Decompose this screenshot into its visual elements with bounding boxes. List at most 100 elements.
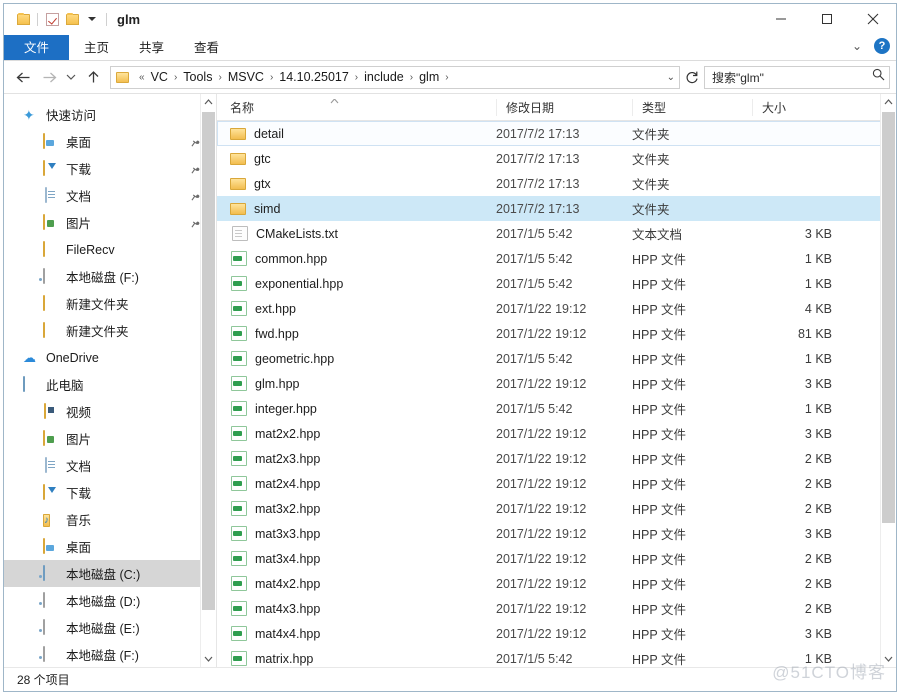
minimize-button[interactable] (758, 4, 804, 34)
sidebar-item-label: 本地磁盘 (D:) (66, 595, 141, 609)
breadcrumb[interactable]: « VC › Tools › MSVC › 14.10.25017 › incl… (110, 65, 680, 89)
file-scroll-up-icon[interactable] (881, 94, 896, 110)
breadcrumb-item-tools[interactable]: Tools (182, 70, 213, 84)
breadcrumb-dropdown-icon[interactable]: ⌄ (661, 72, 675, 83)
table-row[interactable]: geometric.hpp 2017/1/5 5:42 HPP 文件 1 KB (217, 346, 896, 371)
breadcrumb-sep-1[interactable]: › (169, 72, 182, 83)
table-row[interactable]: mat2x3.hpp 2017/1/22 19:12 HPP 文件 2 KB (217, 446, 896, 471)
breadcrumb-sep-5[interactable]: › (405, 72, 418, 83)
file-type-cell: 文件夹 (632, 153, 670, 167)
nav-scroll-track[interactable] (201, 110, 216, 651)
sidebar-item-13[interactable]: 文档 (4, 452, 216, 479)
table-row[interactable]: mat4x4.hpp 2017/1/22 19:12 HPP 文件 3 KB (217, 621, 896, 646)
table-row[interactable]: simd 2017/7/2 17:13 文件夹 (217, 196, 896, 221)
file-size-cell: 2 KB (804, 501, 832, 516)
customize-caret-icon[interactable] (82, 8, 102, 30)
column-header-date[interactable]: 修改日期 (496, 98, 632, 116)
sidebar-item-12[interactable]: 图片 (4, 425, 216, 452)
breadcrumb-item-version[interactable]: 14.10.25017 (278, 70, 350, 84)
cloud-icon-wrap: ☁ (23, 350, 39, 366)
breadcrumb-item-glm[interactable]: glm (418, 70, 440, 84)
column-header-size[interactable]: 大小 (752, 98, 842, 116)
table-row[interactable]: detail 2017/7/2 17:13 文件夹 (217, 121, 896, 146)
nav-scroll-thumb[interactable] (202, 112, 215, 610)
help-icon[interactable]: ? (874, 38, 890, 54)
navigation-scrollbar[interactable] (200, 94, 216, 667)
breadcrumb-item-include[interactable]: include (363, 70, 405, 84)
folder-icon[interactable] (13, 8, 33, 30)
sidebar-item-label: 文档 (66, 460, 92, 474)
table-row[interactable]: integer.hpp 2017/1/5 5:42 HPP 文件 1 KB (217, 396, 896, 421)
recent-locations-button[interactable] (62, 64, 80, 90)
close-button[interactable] (850, 4, 896, 34)
tab-file[interactable]: 文件 (4, 35, 70, 61)
table-row[interactable]: mat2x2.hpp 2017/1/22 19:12 HPP 文件 3 KB (217, 421, 896, 446)
search-icon[interactable] (872, 68, 885, 86)
sidebar-item-1[interactable]: 桌面 (4, 128, 216, 155)
table-row[interactable]: mat4x3.hpp 2017/1/22 19:12 HPP 文件 2 KB (217, 596, 896, 621)
sidebar-item-7[interactable]: 新建文件夹 (4, 290, 216, 317)
sidebar-item-4[interactable]: 图片 (4, 209, 216, 236)
breadcrumb-overflow[interactable]: « (134, 72, 150, 83)
back-button[interactable] (10, 64, 36, 90)
table-row[interactable]: exponential.hpp 2017/1/5 5:42 HPP 文件 1 KB (217, 271, 896, 296)
table-row[interactable]: mat3x2.hpp 2017/1/22 19:12 HPP 文件 2 KB (217, 496, 896, 521)
search-input-value[interactable]: 搜索"glm" (712, 69, 872, 86)
sidebar-item-18[interactable]: 本地磁盘 (D:) (4, 587, 216, 614)
column-header-name[interactable]: 名称 (230, 98, 496, 116)
table-row[interactable]: mat2x4.hpp 2017/1/22 19:12 HPP 文件 2 KB (217, 471, 896, 496)
sidebar-item-10[interactable]: 此电脑 (4, 371, 216, 398)
table-row[interactable]: glm.hpp 2017/1/22 19:12 HPP 文件 3 KB (217, 371, 896, 396)
sidebar-item-9[interactable]: ☁ OneDrive (4, 344, 216, 371)
tab-view[interactable]: 查看 (179, 35, 234, 61)
sidebar-item-8[interactable]: 新建文件夹 (4, 317, 216, 344)
nav-scroll-down-icon[interactable] (201, 651, 216, 667)
search-input[interactable]: 搜索"glm" (704, 65, 890, 89)
forward-button[interactable] (36, 64, 62, 90)
maximize-button[interactable] (804, 4, 850, 34)
breadcrumb-sep-3[interactable]: › (265, 72, 278, 83)
table-row[interactable]: gtx 2017/7/2 17:13 文件夹 (217, 171, 896, 196)
sidebar-item-6[interactable]: 本地磁盘 (F:) (4, 263, 216, 290)
sidebar-item-19[interactable]: 本地磁盘 (E:) (4, 614, 216, 641)
sidebar-item-20[interactable]: 本地磁盘 (F:) (4, 641, 216, 667)
sidebar-item-16[interactable]: 桌面 (4, 533, 216, 560)
tab-share[interactable]: 共享 (124, 35, 179, 61)
new-folder-icon[interactable] (62, 8, 82, 30)
table-row[interactable]: mat3x4.hpp 2017/1/22 19:12 HPP 文件 2 KB (217, 546, 896, 571)
table-row[interactable]: matrix.hpp 2017/1/5 5:42 HPP 文件 1 KB (217, 646, 896, 667)
nav-scroll-up-icon[interactable] (201, 94, 216, 110)
sidebar-item-14[interactable]: 下载 (4, 479, 216, 506)
sidebar-item-0[interactable]: ✦ 快速访问 (4, 101, 216, 128)
file-type-cell: HPP 文件 (632, 653, 686, 667)
table-row[interactable]: CMakeLists.txt 2017/1/5 5:42 文本文档 3 KB (217, 221, 896, 246)
sidebar-item-2[interactable]: 下载 (4, 155, 216, 182)
sidebar-item-11[interactable]: 视频 (4, 398, 216, 425)
table-row[interactable]: mat3x3.hpp 2017/1/22 19:12 HPP 文件 3 KB (217, 521, 896, 546)
file-scroll-track[interactable] (881, 110, 896, 651)
up-button[interactable] (80, 64, 106, 90)
sidebar-item-5[interactable]: FileRecv (4, 236, 216, 263)
file-scroll-thumb[interactable] (882, 112, 895, 524)
table-row[interactable]: common.hpp 2017/1/5 5:42 HPP 文件 1 KB (217, 246, 896, 271)
table-row[interactable]: ext.hpp 2017/1/22 19:12 HPP 文件 4 KB (217, 296, 896, 321)
properties-icon[interactable] (42, 8, 62, 30)
sidebar-item-17[interactable]: 本地磁盘 (C:) (4, 560, 216, 587)
sidebar-item-15[interactable]: ♪ 音乐 (4, 506, 216, 533)
sidebar-item-3[interactable]: 文档 (4, 182, 216, 209)
file-list-scrollbar[interactable] (880, 94, 896, 667)
file-scroll-down-icon[interactable] (881, 651, 896, 667)
breadcrumb-item-msvc[interactable]: MSVC (227, 70, 265, 84)
column-header-type[interactable]: 类型 (632, 98, 752, 116)
table-row[interactable]: mat4x2.hpp 2017/1/22 19:12 HPP 文件 2 KB (217, 571, 896, 596)
table-row[interactable]: fwd.hpp 2017/1/22 19:12 HPP 文件 81 KB (217, 321, 896, 346)
table-row[interactable]: gtc 2017/7/2 17:13 文件夹 (217, 146, 896, 171)
file-name-label: CMakeLists.txt (256, 226, 338, 241)
breadcrumb-item-vc[interactable]: VC (150, 70, 169, 84)
breadcrumb-sep-6[interactable]: › (440, 72, 453, 83)
breadcrumb-sep-2[interactable]: › (213, 72, 226, 83)
chevron-down-icon[interactable]: ⌄ (852, 39, 862, 53)
breadcrumb-sep-4[interactable]: › (350, 72, 363, 83)
tab-home[interactable]: 主页 (69, 35, 124, 61)
refresh-button[interactable] (680, 66, 704, 89)
